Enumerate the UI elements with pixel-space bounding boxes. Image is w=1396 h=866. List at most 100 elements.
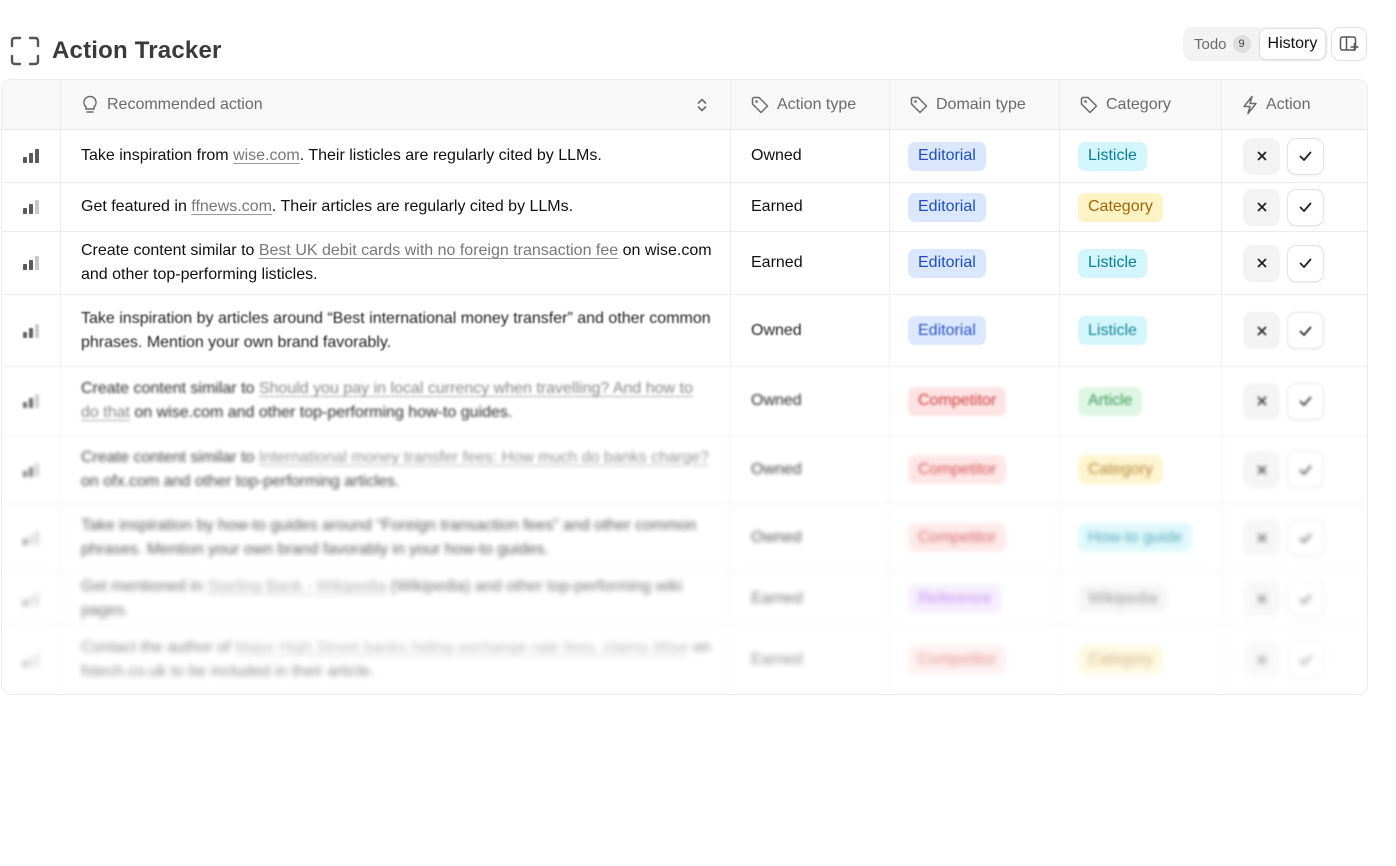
accept-button[interactable] <box>1287 519 1324 556</box>
header-recommended-action[interactable]: Recommended action <box>61 80 731 130</box>
action-link[interactable]: Starling Bank - Wikipedia <box>207 578 386 595</box>
category-cell: How-to guide <box>1060 504 1222 572</box>
accept-button[interactable] <box>1287 244 1324 282</box>
category-badge: How-to guide <box>1078 523 1193 552</box>
domain-type-badge: Competitor <box>908 523 1007 552</box>
recommended-action-cell: Take inspiration by how-to guides around… <box>61 504 731 572</box>
action-buttons-cell <box>1222 367 1367 436</box>
view-toggle: Todo 9 History <box>1183 27 1329 61</box>
domain-type-cell: Competitor <box>890 367 1060 436</box>
accept-button[interactable] <box>1287 382 1324 420</box>
dismiss-button[interactable] <box>1243 137 1280 175</box>
action-buttons-cell <box>1222 295 1367 367</box>
dismiss-button[interactable] <box>1243 244 1280 282</box>
action-text-before: Get mentioned in <box>81 577 208 595</box>
category-cell: Listicle <box>1060 130 1222 183</box>
category-badge: Listicle <box>1078 141 1147 171</box>
category-cell: Listicle <box>1060 232 1222 295</box>
sort-icon[interactable] <box>696 97 708 113</box>
action-buttons-cell <box>1222 572 1367 626</box>
dismiss-button[interactable] <box>1243 519 1280 556</box>
domain-type-cell: Editorial <box>890 130 1060 183</box>
domain-type-cell: Reference <box>890 572 1060 626</box>
accept-button[interactable] <box>1287 580 1324 617</box>
table-row: Create content similar to International … <box>2 436 1367 504</box>
priority-medium-icon <box>23 200 39 214</box>
domain-type-badge: Competitor <box>908 386 1007 416</box>
tag-icon <box>910 96 928 113</box>
close-icon <box>1257 396 1266 406</box>
table-header: Recommended action Action type Domain ty… <box>2 80 1367 130</box>
close-icon <box>1257 258 1266 268</box>
tab-history[interactable]: History <box>1258 28 1327 60</box>
close-icon <box>1257 655 1266 664</box>
category-cell: Category <box>1060 626 1222 694</box>
category-cell: Category <box>1060 183 1222 232</box>
action-link[interactable]: ffnews.com <box>191 198 272 215</box>
category-badge: Listicle <box>1078 316 1147 345</box>
header-action: Action <box>1222 80 1367 130</box>
action-type-cell: Earned <box>731 572 890 626</box>
header-category[interactable]: Category <box>1060 80 1222 130</box>
dismiss-button[interactable] <box>1243 451 1280 488</box>
action-type-value: Owned <box>751 460 802 478</box>
dismiss-button[interactable] <box>1243 580 1280 617</box>
action-link[interactable]: Major High Street banks hiding exchange … <box>235 639 689 656</box>
dismiss-button[interactable] <box>1243 312 1280 349</box>
dismiss-button[interactable] <box>1243 188 1280 226</box>
action-text-before: Contact the author of <box>81 638 235 656</box>
check-icon <box>1299 594 1312 604</box>
action-buttons-cell <box>1222 183 1367 232</box>
priority-cell <box>2 626 61 694</box>
action-text-before: Take inspiration from <box>81 147 234 164</box>
close-icon <box>1257 465 1266 474</box>
check-icon <box>1299 151 1312 161</box>
action-link[interactable]: Best UK debit cards with no foreign tran… <box>259 242 618 259</box>
action-text-before: Create content similar to <box>81 448 259 466</box>
action-type-value: Earned <box>751 650 803 668</box>
tag-icon <box>751 96 769 113</box>
action-buttons-cell <box>1222 130 1367 183</box>
accept-button[interactable] <box>1287 312 1324 349</box>
action-buttons-cell <box>1222 504 1367 572</box>
priority-cell <box>2 367 61 436</box>
header-action-type[interactable]: Action type <box>731 80 890 130</box>
action-type-value: Earned <box>751 198 803 215</box>
recommended-action-cell: Contact the author of Major High Street … <box>61 626 731 694</box>
table-row: Take inspiration by how-to guides around… <box>2 504 1367 572</box>
recommended-action-text: Contact the author of Major High Street … <box>81 636 714 684</box>
action-link[interactable]: wise.com <box>233 147 300 164</box>
priority-cell <box>2 232 61 295</box>
category-badge: Category <box>1078 192 1163 222</box>
header-category-label: Category <box>1106 95 1171 113</box>
action-text-after: . Their listicles are regularly cited by… <box>299 147 602 164</box>
accept-button[interactable] <box>1287 641 1324 678</box>
category-badge: Listicle <box>1078 248 1147 278</box>
accept-button[interactable] <box>1287 188 1324 226</box>
close-icon <box>1257 202 1266 212</box>
check-icon <box>1299 202 1312 212</box>
check-icon <box>1299 533 1312 543</box>
tab-todo[interactable]: Todo 9 <box>1185 29 1259 59</box>
accept-button[interactable] <box>1287 137 1324 175</box>
priority-low-icon <box>23 652 39 667</box>
header-domain-type[interactable]: Domain type <box>890 80 1060 130</box>
action-buttons-cell <box>1222 436 1367 504</box>
recommended-action-text: Create content similar to Best UK debit … <box>81 239 714 287</box>
domain-type-cell: Editorial <box>890 232 1060 295</box>
category-badge: Wikipedia <box>1078 584 1168 613</box>
category-badge: Category <box>1078 645 1163 674</box>
accept-button[interactable] <box>1287 451 1324 488</box>
recommended-action-cell: Get mentioned in Starling Bank - Wikiped… <box>61 572 731 626</box>
domain-type-cell: Editorial <box>890 295 1060 367</box>
dismiss-button[interactable] <box>1243 641 1280 678</box>
action-text-after: on ofx.com and other top-performing arti… <box>81 472 400 490</box>
dismiss-button[interactable] <box>1243 382 1280 420</box>
panel-add-button[interactable] <box>1331 27 1367 61</box>
recommended-action-cell: Take inspiration from wise.com. Their li… <box>61 130 731 183</box>
close-icon <box>1257 326 1266 335</box>
priority-medium-icon <box>23 256 39 270</box>
action-link[interactable]: International money transfer fees: How m… <box>259 449 709 466</box>
priority-low-icon <box>23 591 39 606</box>
category-cell: Listicle <box>1060 295 1222 367</box>
